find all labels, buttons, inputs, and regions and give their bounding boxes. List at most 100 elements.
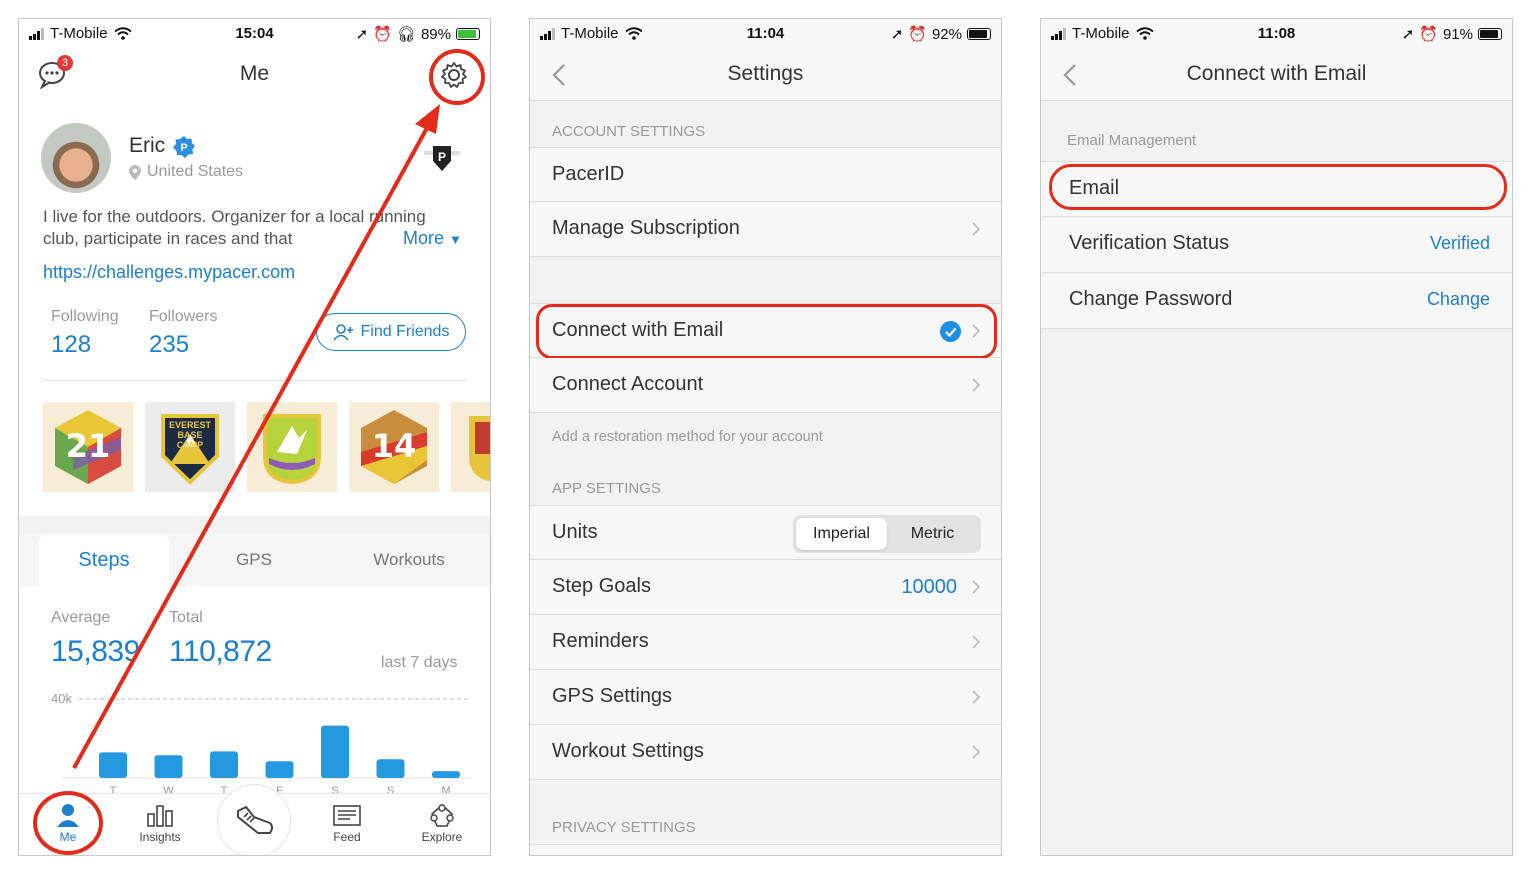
page-title: Settings xyxy=(727,62,804,85)
manage-subscription-label: Manage Subscription xyxy=(552,217,740,239)
badge-number: 21 xyxy=(65,427,111,465)
connect-account-label: Connect Account xyxy=(552,373,704,395)
row-manage-subscription[interactable]: Manage Subscription xyxy=(530,202,1001,257)
badge-number: 14 xyxy=(371,427,417,465)
units-metric[interactable]: Metric xyxy=(887,518,978,550)
alarm-icon: ⏰ xyxy=(1419,26,1438,43)
following-count[interactable]: 128 xyxy=(51,331,91,359)
find-friends-button[interactable]: Find Friends xyxy=(316,313,466,351)
tab-workouts[interactable]: Workouts xyxy=(349,534,469,586)
alarm-icon: ⏰ xyxy=(373,26,392,43)
steps-bar-chart: 40k TWTFSSM xyxy=(51,691,471,797)
profile-name: Eric xyxy=(129,134,166,157)
location-arrow-icon: ➚ xyxy=(890,26,904,43)
badge-14[interactable]: 14 xyxy=(349,402,439,492)
row-pacer-id[interactable]: PacerID xyxy=(530,147,1001,202)
row-change-password[interactable]: Change Password Change xyxy=(1041,273,1512,329)
following-label: Following xyxy=(51,308,119,325)
workout-settings-label: Workout Settings xyxy=(552,740,704,762)
battery-icon xyxy=(1478,28,1502,40)
verification-status-value: Verified xyxy=(1429,233,1490,253)
tabbar-explore-label: Explore xyxy=(421,830,463,844)
tab-gps[interactable]: GPS xyxy=(194,534,314,586)
pacer-id-label: PacerID xyxy=(552,163,625,185)
units-imperial[interactable]: Imperial xyxy=(796,518,887,550)
row-gps-settings[interactable]: GPS Settings xyxy=(530,670,1001,725)
followers-count[interactable]: 235 xyxy=(149,331,189,359)
chevron-right-icon xyxy=(972,635,981,649)
units-segmented-control[interactable]: Imperial Metric xyxy=(793,515,981,553)
steps-bar[interactable] xyxy=(321,725,349,778)
tabbar-explore[interactable]: Explore xyxy=(402,802,482,844)
row-privacy-first[interactable] xyxy=(530,844,1001,855)
tabbar-insights[interactable]: Insights xyxy=(120,802,200,844)
settings-screen: T-Mobile 11:04 ➚ ⏰ 92% Settings ACCOUNT … xyxy=(529,18,1002,856)
settings-highlight xyxy=(429,49,485,105)
section-header-privacy: PRIVACY SETTINGS xyxy=(552,819,696,836)
steps-bar[interactable] xyxy=(432,771,460,778)
steps-bar[interactable] xyxy=(154,755,183,778)
badge-21[interactable]: 21 xyxy=(43,402,133,492)
location-text: United States xyxy=(147,163,244,180)
add-user-icon xyxy=(332,324,353,341)
shoe-icon xyxy=(237,806,273,834)
location-arrow-icon: ➚ xyxy=(1401,26,1415,43)
row-step-goals[interactable]: Step Goals 10000 xyxy=(530,560,1001,615)
status-bar: T-Mobile 15:04 ➚ ⏰ 🎧︎ 89% xyxy=(19,19,490,49)
badge-strip: 21 EVEREST BASE CAMP 14 xyxy=(43,402,490,492)
tabbar-insights-label: Insights xyxy=(139,830,181,844)
step-goals-value: 10000 xyxy=(901,576,957,598)
page-title: Me xyxy=(239,62,270,85)
chevron-right-icon xyxy=(972,378,981,392)
steps-bar[interactable] xyxy=(99,752,127,778)
me-screen: T-Mobile 15:04 ➚ ⏰ 🎧︎ 89% 3 Me Eric P Un… xyxy=(18,18,491,856)
period-label: last 7 days xyxy=(381,654,458,671)
steps-bar[interactable] xyxy=(376,759,405,778)
steps-bar[interactable] xyxy=(265,761,294,778)
activity-tabs: Steps GPS Workouts xyxy=(19,534,490,586)
bio-more-link[interactable]: More ▼ xyxy=(399,228,462,249)
me-tab-highlight xyxy=(33,791,103,855)
verified-badge-icon: P xyxy=(173,136,195,158)
location-arrow-icon: ➚ xyxy=(355,26,369,43)
badge-partial[interactable] xyxy=(451,402,490,492)
row-connect-account[interactable]: Connect Account xyxy=(530,358,1001,413)
badge-eagle-icon xyxy=(263,414,321,485)
units-label: Units xyxy=(552,521,598,543)
avatar[interactable] xyxy=(41,123,111,193)
section-spacer xyxy=(19,516,490,534)
badge-everest-label: EVEREST BASE CAMP xyxy=(169,420,212,450)
status-bar: T-Mobile 11:04 ➚ ⏰ 92% xyxy=(530,19,1001,49)
gps-settings-label: GPS Settings xyxy=(552,685,673,707)
section-header-email-management: Email Management xyxy=(1067,132,1197,149)
profile-location: United States xyxy=(129,163,243,181)
change-password-button[interactable]: Change xyxy=(1427,289,1490,310)
insights-icon xyxy=(147,805,173,827)
badge-shield-icon xyxy=(469,416,490,482)
connect-email-screen: T-Mobile 11:08 ➚ ⏰ 91% Connect with Emai… xyxy=(1040,18,1513,856)
tabbar-feed-label: Feed xyxy=(333,830,361,844)
steps-bar[interactable] xyxy=(210,751,238,778)
badge-everest[interactable]: EVEREST BASE CAMP xyxy=(145,402,235,492)
chevron-right-icon xyxy=(972,690,981,704)
section-header-account: ACCOUNT SETTINGS xyxy=(552,123,706,140)
connect-email-highlight xyxy=(536,304,997,359)
restore-note: Add a restoration method for your accoun… xyxy=(552,429,823,445)
profile-link[interactable]: https://challenges.mypacer.com xyxy=(43,262,295,283)
row-reminders[interactable]: Reminders xyxy=(530,615,1001,670)
average-label: Average xyxy=(51,609,111,626)
row-workout-settings[interactable]: Workout Settings xyxy=(530,725,1001,780)
explore-icon xyxy=(430,803,454,827)
start-activity-button[interactable] xyxy=(217,784,291,855)
badge-eagle[interactable] xyxy=(247,402,337,492)
divider xyxy=(43,380,466,381)
svg-text:P: P xyxy=(438,150,446,164)
nav-bar: 3 Me xyxy=(19,49,490,105)
total-label: Total xyxy=(169,609,203,626)
tab-steps[interactable]: Steps xyxy=(39,534,169,586)
reminders-label: Reminders xyxy=(552,630,649,652)
tabbar-feed[interactable]: Feed xyxy=(307,802,387,844)
pacer-rank-badge-icon[interactable]: P xyxy=(424,143,460,173)
chevron-right-icon xyxy=(972,580,981,594)
email-highlight xyxy=(1049,164,1507,210)
